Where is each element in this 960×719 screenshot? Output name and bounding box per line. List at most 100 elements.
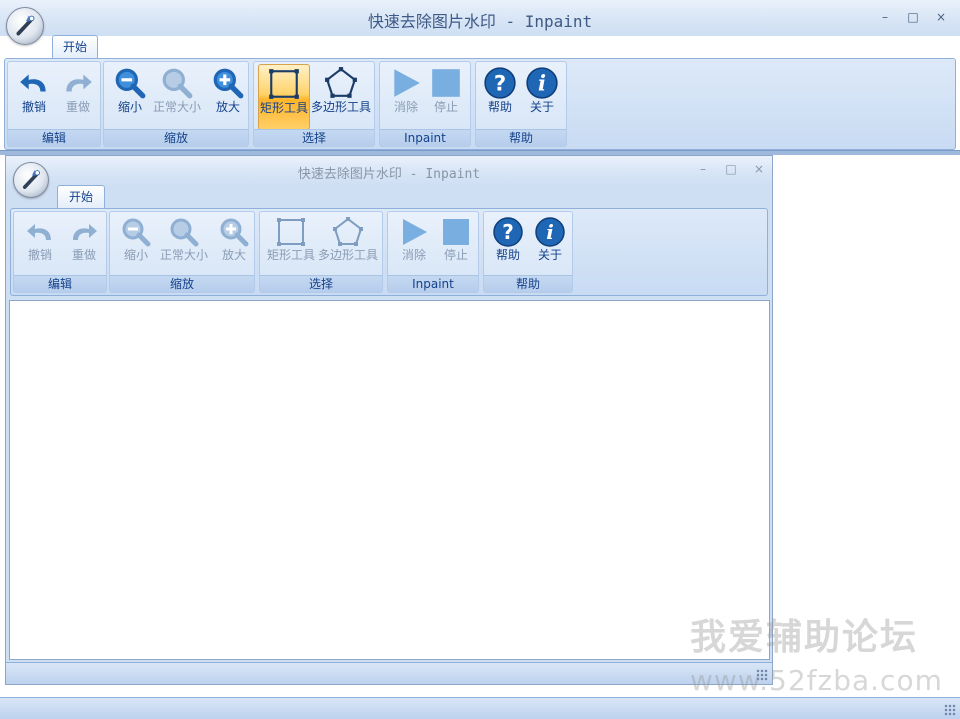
svg-text:?: ? <box>494 71 506 96</box>
redo-icon <box>58 66 98 100</box>
undo-button[interactable]: 撤销 <box>14 64 54 130</box>
zoom-in-icon <box>214 216 254 248</box>
about-icon: i <box>522 66 562 100</box>
undo-icon <box>20 216 60 248</box>
zoom-normal-icon <box>148 66 206 100</box>
ribbon-group-label: 选择 <box>254 129 374 146</box>
child-window-controls: – □ × <box>694 162 768 176</box>
help-icon: ? <box>488 216 528 248</box>
undo-button[interactable]: 撤销 <box>20 214 60 278</box>
button-label: 矩形工具 <box>266 248 315 262</box>
child-tab-home[interactable]: 开始 <box>57 185 105 209</box>
ribbon-group-0: 撤销 重做编辑 <box>7 61 101 147</box>
about-button[interactable]: i 关于 <box>522 64 562 130</box>
zoom-in-icon <box>206 66 250 100</box>
polygon-tool-button[interactable]: 多边形工具 <box>316 214 380 278</box>
button-label: 撤销 <box>27 248 52 262</box>
window-title: 快速去除图片水印 - Inpaint <box>367 12 593 31</box>
button-label: 帮助 <box>495 248 520 262</box>
child-maximize-button[interactable]: □ <box>722 162 740 176</box>
window-controls: – □ × <box>876 10 950 24</box>
stop-icon <box>426 66 466 100</box>
ribbon-group-label: 编辑 <box>8 129 100 146</box>
undo-icon <box>14 66 54 100</box>
ribbon-group-2: 矩形工具 多边形工具 选择 <box>253 61 375 147</box>
ribbon-group-label: 缩放 <box>104 129 248 146</box>
polygon-tool-icon <box>316 216 380 248</box>
help-button[interactable]: ? 帮助 <box>480 64 520 130</box>
status-bar <box>0 697 960 719</box>
child-close-button[interactable]: × <box>750 162 768 176</box>
stop-icon <box>436 216 476 248</box>
image-canvas[interactable] <box>9 300 770 660</box>
about-icon: i <box>530 216 570 248</box>
button-label: 放大 <box>221 248 246 262</box>
rectangle-tool-icon <box>264 216 318 248</box>
child-ribbon: 撤销 重做 编辑 缩小 正常大小 放大 缩放 矩形工具 多边形工具 选择 消除 停止 Inpaint? 帮… <box>10 208 768 296</box>
stop-button[interactable]: 停止 <box>426 64 466 130</box>
ribbon-group-label: 编辑 <box>14 275 106 292</box>
svg-text:?: ? <box>502 220 514 244</box>
stop-button[interactable]: 停止 <box>436 214 476 278</box>
ribbon: 撤销 重做 编辑 缩小 正常大小 放大 缩放 矩形工具 多边形工具 选择 消除 停止 Inpaint? 帮… <box>4 58 956 150</box>
button-label: 重做 <box>65 100 90 114</box>
button-label: 关于 <box>537 248 562 262</box>
zoom-out-icon <box>108 66 152 100</box>
help-button[interactable]: ? 帮助 <box>488 214 528 278</box>
redo-button[interactable]: 重做 <box>58 64 98 130</box>
rectangle-tool-button[interactable]: 矩形工具 <box>264 214 318 278</box>
ribbon-group-label: Inpaint <box>380 129 470 146</box>
zoom-out-button[interactable]: 缩小 <box>114 214 158 278</box>
button-label: 多边形工具 <box>317 248 378 262</box>
maximize-button[interactable]: □ <box>904 10 922 24</box>
button-label: 正常大小 <box>159 248 208 262</box>
child-app-menu-orb-icon[interactable] <box>13 162 49 198</box>
child-status-bar <box>6 662 772 684</box>
resize-grip[interactable] <box>944 704 956 716</box>
ribbon-group-label: 缩放 <box>110 275 254 292</box>
svg-text:i: i <box>538 71 546 96</box>
zoom-normal-icon <box>154 216 214 248</box>
ribbon-group-3: 消除 停止 Inpaint <box>387 211 479 293</box>
button-label: 撤销 <box>21 100 46 114</box>
play-icon <box>386 66 426 100</box>
rectangle-tool-button[interactable]: 矩形工具 <box>258 64 310 130</box>
play-icon <box>394 216 434 248</box>
rectangle-tool-icon <box>259 67 309 101</box>
play-button[interactable]: 消除 <box>394 214 434 278</box>
child-minimize-button[interactable]: – <box>694 162 712 176</box>
redo-icon <box>64 216 104 248</box>
app-menu-orb-icon[interactable] <box>6 7 44 45</box>
zoom-out-button[interactable]: 缩小 <box>108 64 152 130</box>
zoom-normal-button[interactable]: 正常大小 <box>154 214 214 278</box>
ribbon-group-4: ? 帮助 i 关于 帮助 <box>475 61 567 147</box>
ribbon-group-label: 帮助 <box>484 275 572 292</box>
button-label: 消除 <box>401 248 426 262</box>
ribbon-group-label: 帮助 <box>476 129 566 146</box>
play-button[interactable]: 消除 <box>386 64 426 130</box>
title-bar[interactable]: 快速去除图片水印 - Inpaint – □ × <box>0 0 960 36</box>
button-label: 停止 <box>433 100 458 114</box>
polygon-tool-button[interactable]: 多边形工具 <box>310 64 372 130</box>
ribbon-group-3: 消除 停止 Inpaint <box>379 61 471 147</box>
ribbon-group-2: 矩形工具 多边形工具 选择 <box>259 211 383 293</box>
minimize-button[interactable]: – <box>876 10 894 24</box>
ribbon-group-1: 缩小 正常大小 放大 缩放 <box>103 61 249 147</box>
zoom-in-button[interactable]: 放大 <box>206 64 250 130</box>
workspace-area <box>773 155 960 685</box>
child-window: 快速去除图片水印 - Inpaint – □ × 开始 撤销 重做编辑 缩小 正常大小… <box>5 155 773 685</box>
svg-text:i: i <box>546 220 554 244</box>
tab-home[interactable]: 开始 <box>52 35 98 59</box>
button-label: 缩小 <box>117 100 142 114</box>
child-title-bar[interactable]: 快速去除图片水印 - Inpaint – □ × <box>6 156 772 186</box>
button-label: 停止 <box>443 248 468 262</box>
button-label: 重做 <box>71 248 96 262</box>
polygon-tool-icon <box>310 66 372 100</box>
zoom-in-button[interactable]: 放大 <box>214 214 254 278</box>
redo-button[interactable]: 重做 <box>64 214 104 278</box>
zoom-normal-button[interactable]: 正常大小 <box>148 64 206 130</box>
button-label: 帮助 <box>487 100 512 114</box>
about-button[interactable]: i 关于 <box>530 214 570 278</box>
zoom-out-icon <box>114 216 158 248</box>
close-button[interactable]: × <box>932 10 950 24</box>
